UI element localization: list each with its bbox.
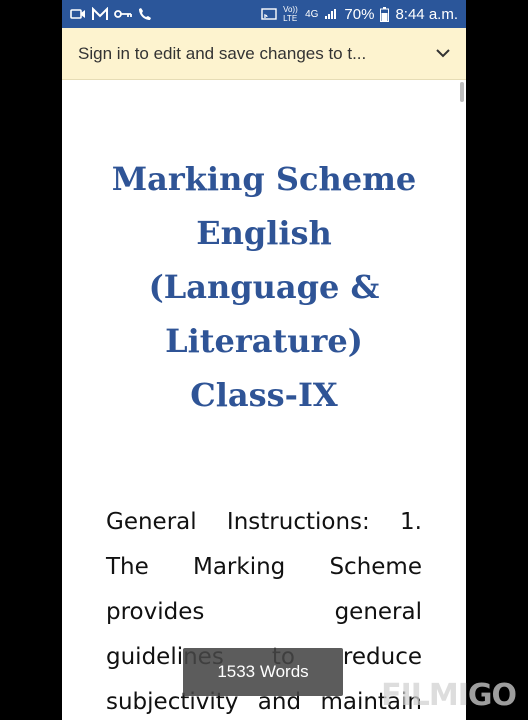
sign-in-banner[interactable]: Sign in to edit and save changes to t...	[62, 28, 466, 80]
document-page: Marking Scheme English (Language & Liter…	[106, 152, 422, 422]
battery-percent: 70%	[344, 5, 375, 23]
chevron-down-icon[interactable]	[432, 43, 454, 65]
filmigo-watermark: FILMIGO	[381, 678, 517, 713]
network-label: 4G	[305, 8, 319, 20]
battery-icon	[380, 6, 390, 22]
scrollbar-thumb[interactable]	[460, 82, 464, 102]
document-title: Marking Scheme English (Language & Liter…	[111, 160, 417, 414]
signal-icon	[324, 8, 338, 20]
volte-label: Vo)) LTE	[283, 5, 298, 23]
status-bar: Vo)) LTE 4G 70% 8:44 a.m.	[62, 0, 466, 28]
sign-in-banner-text[interactable]: Sign in to edit and save changes to t...	[78, 44, 418, 64]
status-bar-left	[70, 7, 152, 21]
status-bar-right: Vo)) LTE 4G 70% 8:44 a.m.	[261, 5, 458, 23]
phone-call-icon	[138, 7, 152, 21]
m-app-icon	[92, 7, 108, 21]
key-icon	[114, 8, 132, 20]
word-count-badge: 1533 Words	[183, 648, 343, 696]
phone-screen: Vo)) LTE 4G 70% 8:44 a.m. Sign in to edi…	[62, 0, 466, 720]
cast-icon	[261, 8, 277, 20]
clock: 8:44 a.m.	[395, 5, 458, 23]
video-call-icon	[70, 8, 86, 20]
